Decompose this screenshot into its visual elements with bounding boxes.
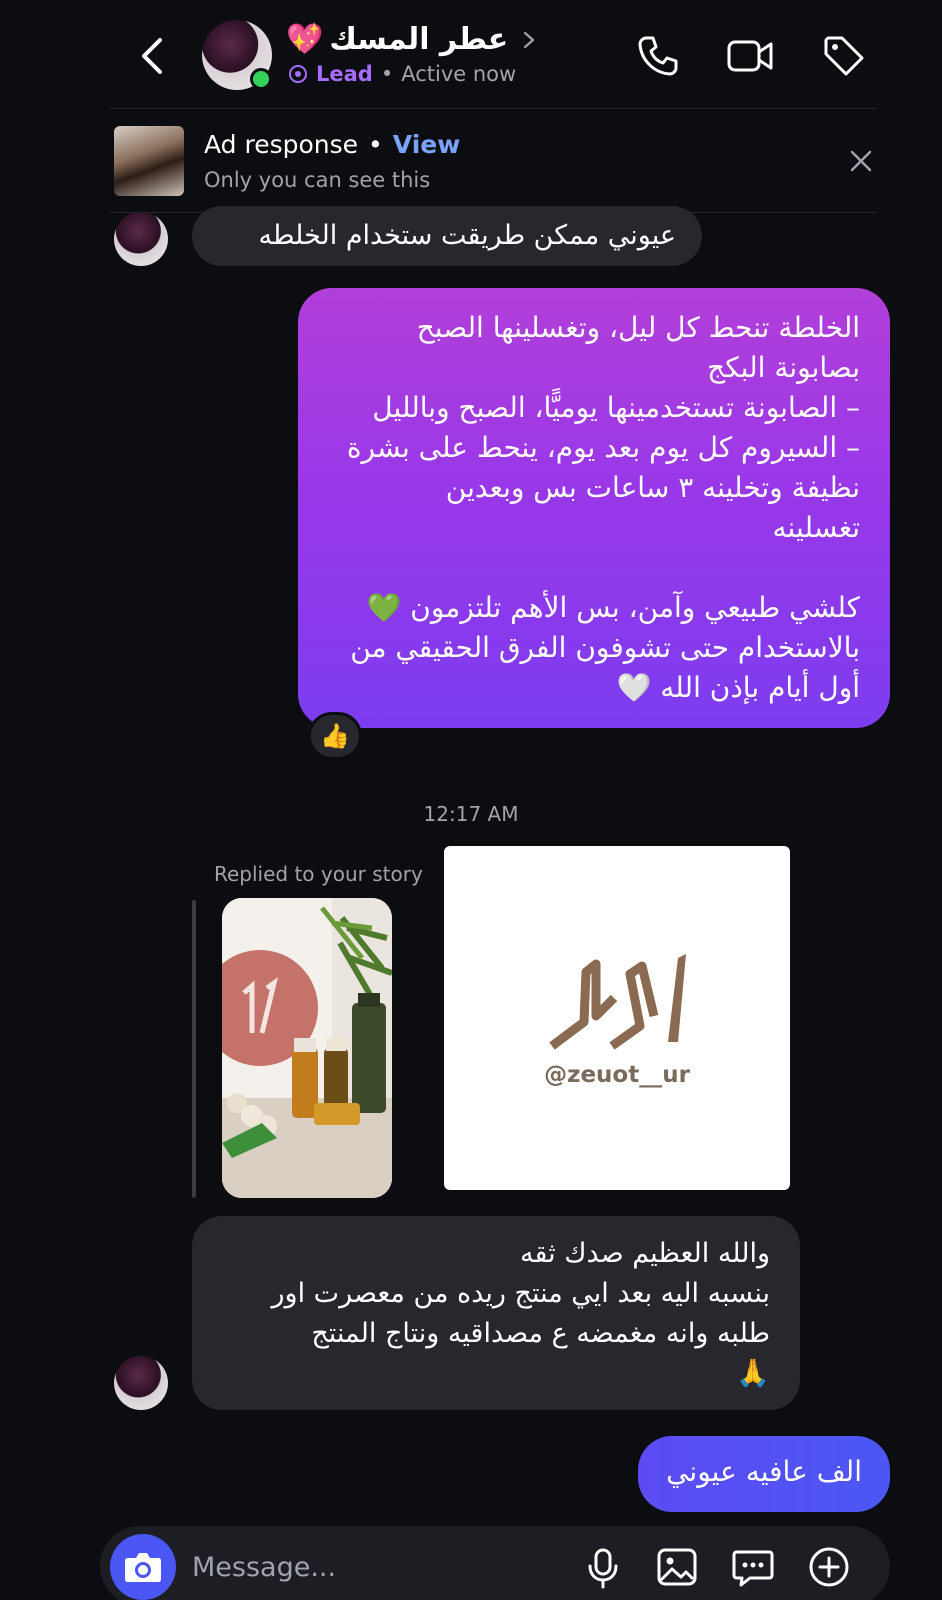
- message-line: [328, 548, 860, 588]
- message-line: بالاستخدام حتى تشوفون الفرق الحقيقي من: [350, 631, 860, 664]
- story-reply-rule: [192, 900, 196, 1198]
- brand-logo: [549, 954, 686, 1050]
- contact-title[interactable]: 💖 عطر المسك: [286, 22, 538, 57]
- ad-response-label: Ad response: [204, 130, 359, 159]
- chevron-right-icon: [524, 31, 535, 48]
- sender-avatar[interactable]: [114, 212, 168, 266]
- message-text: عيوني ممكن طريقت ستخدام الخلطه: [258, 220, 676, 251]
- reaction-badge[interactable]: 👍: [308, 712, 362, 760]
- close-icon[interactable]: [846, 146, 876, 176]
- tag-icon[interactable]: [818, 30, 870, 82]
- plus-circle-icon[interactable]: [804, 1542, 854, 1592]
- phone-icon[interactable]: [632, 30, 684, 82]
- message-timestamp: 12:17 AM: [423, 802, 519, 826]
- video-camera-icon[interactable]: [724, 30, 776, 82]
- image-icon[interactable]: [652, 1542, 702, 1592]
- ad-response-title: Ad response • View: [204, 130, 460, 159]
- ad-response-subtitle: Only you can see this: [204, 168, 431, 192]
- header-divider: [110, 108, 876, 109]
- message-line: – السيروم كل يوم بعد يوم، ينحط على بشرة: [346, 431, 860, 464]
- message-line: – الصابونة تستخدمينها يوميًّا، الصبح وبا…: [372, 391, 860, 424]
- contact-name: عطر المسك: [329, 22, 509, 57]
- chat-header: 💖 عطر المسك Lead • Active now: [0, 0, 942, 110]
- chat-bubble-icon[interactable]: [728, 1542, 778, 1592]
- message-line: أول أيام بإذن الله 🤍: [616, 671, 861, 704]
- message-line: تغسلينه: [772, 511, 860, 544]
- message-line: بنسبه اليه بعد ايي منتج ريده من معصرت او…: [271, 1278, 771, 1309]
- incoming-message[interactable]: عيوني ممكن طريقت ستخدام الخلطه: [192, 206, 702, 266]
- message-line: نظيفة وتخلينه ٣ ساعات بس وبعدين: [445, 471, 860, 504]
- separator-dot: •: [380, 62, 394, 86]
- message-line: طلبه وانه مغمضه ع مصداقيه ونتاج المنتج: [311, 1318, 770, 1349]
- online-status-dot: [250, 68, 272, 90]
- message-line: والله العظيم صدك ثقه: [520, 1238, 770, 1269]
- message-text: الف عافيه عيوني: [666, 1455, 862, 1488]
- active-status: Active now: [401, 62, 517, 86]
- message-line: الخلطة تنحط كل ليل، وتغسلينها الصبح: [416, 311, 860, 344]
- separator-dot: •: [368, 130, 383, 159]
- contact-subtitle: Lead • Active now: [288, 62, 516, 86]
- message-line: 🙏: [736, 1358, 770, 1389]
- story-handle: @zeuot__ur: [544, 1062, 690, 1088]
- chevron-left-icon[interactable]: [132, 32, 172, 80]
- contact-emoji: 💖: [286, 21, 324, 57]
- ad-view-link[interactable]: View: [393, 130, 461, 159]
- story-image: [222, 898, 392, 1198]
- camera-button[interactable]: [110, 1534, 176, 1600]
- outgoing-message[interactable]: الخلطة تنحط كل ليل، وتغسلينها الصبح بصاب…: [298, 288, 890, 728]
- story-thumbnail[interactable]: [222, 898, 392, 1198]
- message-input[interactable]: [192, 1544, 572, 1590]
- message-line: بصابونة البكج: [707, 351, 860, 384]
- story-reply-label: Replied to your story: [214, 862, 423, 886]
- ad-thumbnail[interactable]: [114, 126, 184, 196]
- lead-label: Lead: [316, 62, 373, 86]
- story-card[interactable]: @zeuot__ur: [444, 846, 790, 1190]
- camera-icon: [125, 1553, 161, 1582]
- microphone-icon[interactable]: [578, 1542, 628, 1592]
- lead-icon: [289, 65, 307, 83]
- incoming-message[interactable]: والله العظيم صدك ثقه بنسبه اليه بعد ايي …: [192, 1216, 800, 1410]
- outgoing-message[interactable]: الف عافيه عيوني: [638, 1436, 890, 1512]
- sender-avatar[interactable]: [114, 1356, 168, 1410]
- message-line: كلشي طبيعي وآمن، بس الأهم تلتزمون 💚: [366, 591, 861, 624]
